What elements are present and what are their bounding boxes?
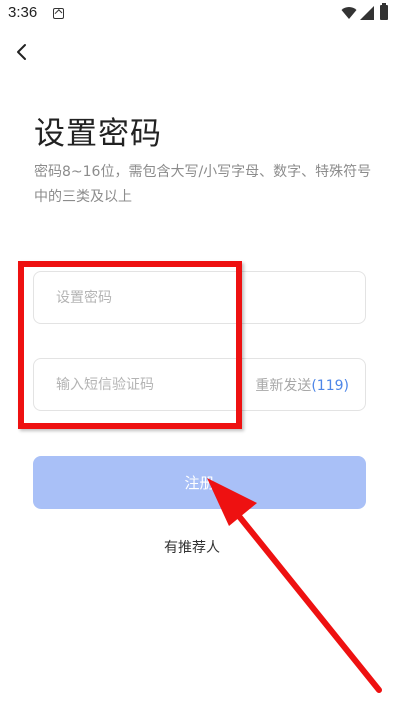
battery-icon [380, 3, 388, 20]
annotation-highlight-box [18, 261, 242, 429]
register-button[interactable]: 注册 [33, 456, 366, 509]
resend-label: 重新发送 [255, 378, 312, 394]
chevron-left-icon [17, 44, 26, 60]
page-title: 设置密码 [34, 116, 162, 152]
password-requirements: 密码8~16位，需包含大写/小写字母、数字、特殊符号中的三类及以上 [34, 164, 372, 205]
status-time: 3:36 [8, 4, 38, 21]
signal-icon [360, 6, 374, 20]
resend-countdown: (119) [311, 378, 349, 394]
wifi-icon [341, 7, 357, 20]
back-button[interactable] [10, 40, 34, 64]
app-notification-icon [53, 8, 64, 19]
status-bar: 3:36 [0, 0, 400, 28]
referrer-link[interactable]: 有推荐人 [164, 537, 220, 557]
resend-code-button[interactable]: 重新发送(119) [255, 375, 349, 395]
